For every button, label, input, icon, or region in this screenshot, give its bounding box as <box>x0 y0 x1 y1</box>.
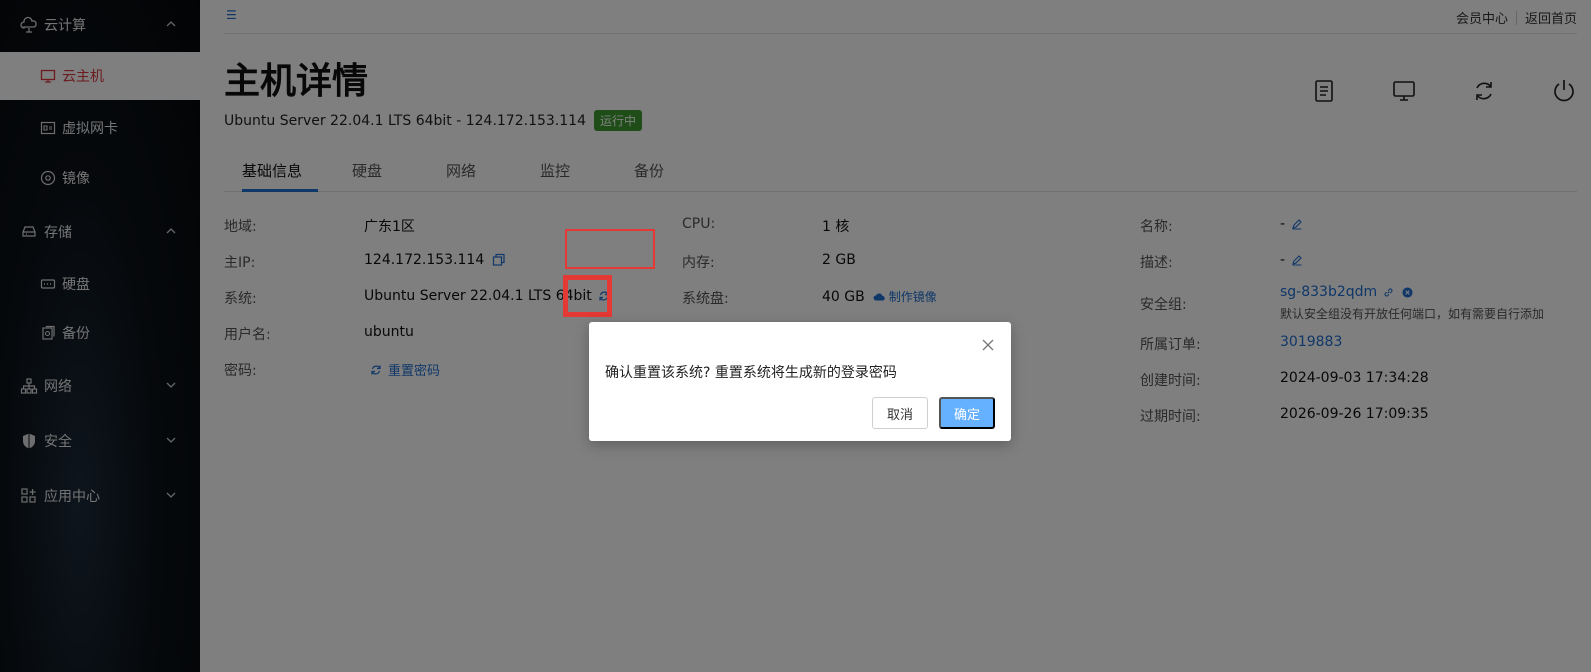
highlight-box <box>565 229 655 269</box>
cancel-button[interactable]: 取消 <box>872 397 928 429</box>
close-icon[interactable] <box>981 338 995 352</box>
confirm-dialog: 确认重置该系统? 重置系统将生成新的登录密码 取消 确定 <box>589 322 1011 441</box>
confirm-button[interactable]: 确定 <box>939 397 995 429</box>
dialog-message: 确认重置该系统? 重置系统将生成新的登录密码 <box>605 365 897 381</box>
highlight-box-reinstall <box>563 275 612 317</box>
